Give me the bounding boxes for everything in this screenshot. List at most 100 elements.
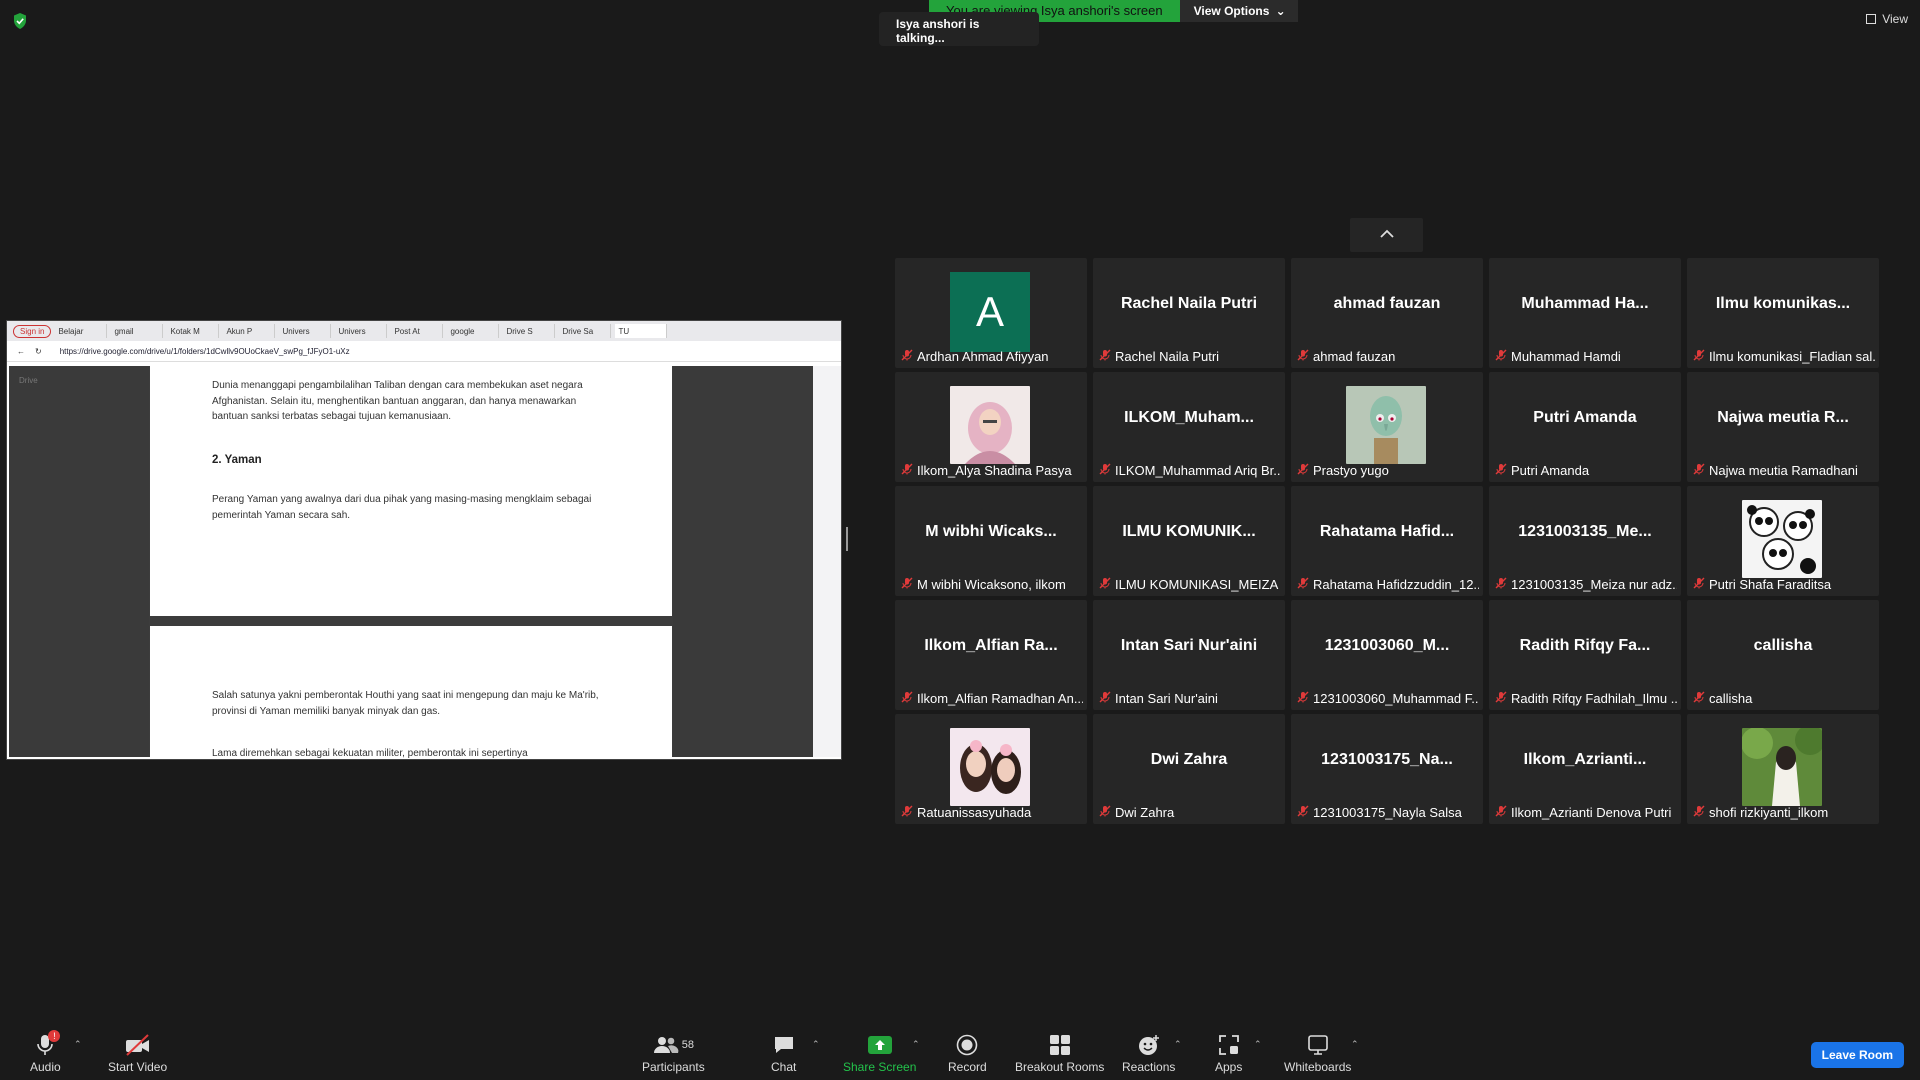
browser-tab[interactable]: google — [447, 324, 500, 338]
muted-microphone-icon — [901, 691, 913, 706]
participant-tile[interactable]: Rachel Naila Putri Rachel Naila Putri — [1093, 258, 1285, 368]
participant-tile[interactable]: ILKOM_Muham... ILKOM_Muhammad Ariq Br... — [1093, 372, 1285, 482]
reactions-button[interactable]: Reactions — [1122, 1030, 1175, 1074]
chat-icon — [774, 1037, 793, 1053]
participant-name: Radith Rifqy Fadhilah_Ilmu ... — [1511, 691, 1677, 706]
share-screen-icon — [867, 1036, 892, 1054]
doc-paragraph: Salah satunya yakni pemberontak Houthi y… — [212, 690, 599, 717]
participant-tile[interactable]: Putri Shafa Faraditsa — [1687, 486, 1879, 596]
participant-tile[interactable]: 1231003135_Me... 1231003135_Meiza nur adz… — [1489, 486, 1681, 596]
browser-tab[interactable]: Post At — [391, 324, 444, 338]
muted-microphone-icon — [1495, 349, 1507, 364]
participant-name: Putri Amanda — [1511, 463, 1590, 478]
collapse-gallery-button[interactable] — [1350, 218, 1423, 252]
participant-tile[interactable]: Radith Rifqy Fa... Radith Rifqy Fadhilah_… — [1489, 600, 1681, 710]
participant-name-label: Dwi Zahra — [1099, 805, 1281, 820]
participant-name-label: Ilmu komunikasi_Fladian sal... — [1693, 349, 1875, 364]
muted-microphone-icon — [1693, 577, 1705, 592]
participant-tile[interactable]: Ilkom_Alfian Ra... Ilkom_Alfian Ramadhan … — [895, 600, 1087, 710]
browser-tab[interactable]: Univers — [335, 324, 388, 338]
reactions-options-caret[interactable]: ⌃ — [1174, 1039, 1182, 1050]
resize-handle[interactable] — [846, 527, 848, 551]
muted-microphone-icon — [1099, 691, 1111, 706]
participant-tile[interactable]: callisha callisha — [1687, 600, 1879, 710]
reload-icon[interactable]: ↻ — [35, 347, 42, 356]
participant-tile[interactable]: Dwi Zahra Dwi Zahra — [1093, 714, 1285, 824]
participant-tile[interactable]: Rahatama Hafid... Rahatama Hafidzzuddin_1… — [1291, 486, 1483, 596]
participant-tile[interactable]: Muhammad Ha... Muhammad Hamdi — [1489, 258, 1681, 368]
browser-tab[interactable]: gmail — [111, 324, 164, 338]
browser-tab[interactable]: Belajar — [55, 324, 108, 338]
participant-tile[interactable]: Ilkom_Alya Shadina Pasya — [895, 372, 1087, 482]
grid-view-icon — [1866, 14, 1877, 24]
participant-name: Ardhan Ahmad Afiyyan — [917, 349, 1049, 364]
participant-tile[interactable]: 1231003060_M... 1231003060_Muhammad F... — [1291, 600, 1483, 710]
browser-tab-active[interactable]: TU — [615, 324, 668, 338]
chat-label: Chat — [771, 1060, 797, 1074]
chat-button[interactable]: Chat — [771, 1030, 796, 1074]
participant-tile[interactable]: shofi rizkiyanti_ilkom — [1687, 714, 1879, 824]
participant-name: Ratuanissasyuhada — [917, 805, 1032, 820]
participant-name-label: 1231003060_Muhammad F... — [1297, 691, 1479, 706]
muted-microphone-icon — [1297, 463, 1309, 478]
participant-tile[interactable]: Intan Sari Nur'aini Intan Sari Nur'aini — [1093, 600, 1285, 710]
browser-tab[interactable]: Univers — [279, 324, 332, 338]
start-video-button[interactable]: Start Video — [108, 1030, 167, 1074]
share-screen-button[interactable]: Share Screen — [843, 1030, 916, 1074]
leave-room-button[interactable]: Leave Room — [1810, 1042, 1904, 1068]
whiteboards-button[interactable]: Whiteboards — [1284, 1030, 1351, 1074]
browser-tab[interactable]: Akun P — [223, 324, 276, 338]
participant-tile[interactable]: Najwa meutia R... Najwa meutia Ramadhani — [1687, 372, 1879, 482]
participant-tile[interactable]: Ilkom_Azrianti... Ilkom_Azrianti Denova P… — [1489, 714, 1681, 824]
participant-name-label: Ilkom_Alya Shadina Pasya — [901, 463, 1083, 478]
participants-button[interactable]: 58 Participants — [642, 1030, 705, 1074]
muted-microphone-icon — [1099, 805, 1111, 820]
view-button[interactable]: View — [1866, 12, 1908, 26]
view-options-button[interactable]: View Options ⌄ — [1179, 0, 1298, 22]
participant-tile[interactable]: ahmad fauzan ahmad fauzan — [1291, 258, 1483, 368]
security-shield-icon[interactable] — [12, 12, 28, 30]
back-icon[interactable]: ← — [17, 347, 25, 356]
browser-tab[interactable]: Drive Sa — [559, 324, 612, 338]
browser-tab[interactable]: Kotak M — [167, 324, 220, 338]
participant-name: Ilmu komunikasi_Fladian sal... — [1709, 349, 1875, 364]
participant-name-label: Radith Rifqy Fadhilah_Ilmu ... — [1495, 691, 1677, 706]
breakout-rooms-label: Breakout Rooms — [1015, 1060, 1105, 1074]
drive-sidebar: Drive — [9, 366, 149, 757]
participant-name-label: 1231003135_Meiza nur adz... — [1495, 577, 1677, 592]
apps-icon — [1218, 1035, 1239, 1055]
record-button[interactable]: Record — [948, 1030, 987, 1074]
participant-tile[interactable]: Ratuanissasyuhada — [895, 714, 1087, 824]
browser-url[interactable]: https://drive.google.com/drive/u/1/folde… — [60, 347, 350, 356]
participant-tile[interactable]: ILMU KOMUNIK... ILMU KOMUNIKASI_MEIZA ... — [1093, 486, 1285, 596]
muted-microphone-icon — [1495, 577, 1507, 592]
participant-display-name: 1231003060_M... — [1324, 637, 1450, 654]
participant-name: Rahatama Hafidzzuddin_12... — [1313, 577, 1479, 592]
chevron-up-icon — [1380, 229, 1394, 238]
breakout-rooms-button[interactable]: Breakout Rooms — [1015, 1030, 1104, 1074]
apps-button[interactable]: Apps — [1215, 1030, 1242, 1074]
participant-tile[interactable]: 1231003175_Na... 1231003175_Nayla Salsa — [1291, 714, 1483, 824]
browser-address-bar[interactable]: ← ↻ https://drive.google.com/drive/u/1/f… — [7, 341, 841, 362]
participant-display-name: Dwi Zahra — [1150, 751, 1228, 768]
participant-tile[interactable]: Putri Amanda Putri Amanda — [1489, 372, 1681, 482]
apps-options-caret[interactable]: ⌃ — [1254, 1039, 1262, 1050]
share-options-caret[interactable]: ⌃ — [912, 1039, 920, 1050]
participant-tile[interactable]: A Ardhan Ahmad Afiyyan — [895, 258, 1087, 368]
audio-options-caret[interactable]: ⌃ — [74, 1039, 82, 1050]
participant-name-label: M wibhi Wicaksono, ilkom — [901, 577, 1083, 592]
participant-display-name: M wibhi Wicaks... — [925, 523, 1057, 540]
participant-name-label: ILMU KOMUNIKASI_MEIZA ... — [1099, 577, 1281, 592]
chat-options-caret[interactable]: ⌃ — [812, 1039, 820, 1050]
audio-button[interactable]: ! Audio — [30, 1030, 61, 1074]
participant-tile[interactable]: M wibhi Wicaks... M wibhi Wicaksono, ilko… — [895, 486, 1087, 596]
participant-name: Dwi Zahra — [1115, 805, 1175, 820]
muted-microphone-icon — [1693, 463, 1705, 478]
participant-tile[interactable]: Prastyo yugo — [1291, 372, 1483, 482]
participant-tile[interactable]: Ilmu komunikas... Ilmu komunikasi_Fladian… — [1687, 258, 1879, 368]
browser-signin-button[interactable]: Sign in — [13, 324, 52, 338]
browser-tab[interactable]: Drive S — [503, 324, 556, 338]
muted-microphone-icon — [1495, 805, 1507, 820]
participant-name: 1231003135_Meiza nur adz... — [1511, 577, 1677, 592]
whiteboards-options-caret[interactable]: ⌃ — [1351, 1039, 1359, 1050]
